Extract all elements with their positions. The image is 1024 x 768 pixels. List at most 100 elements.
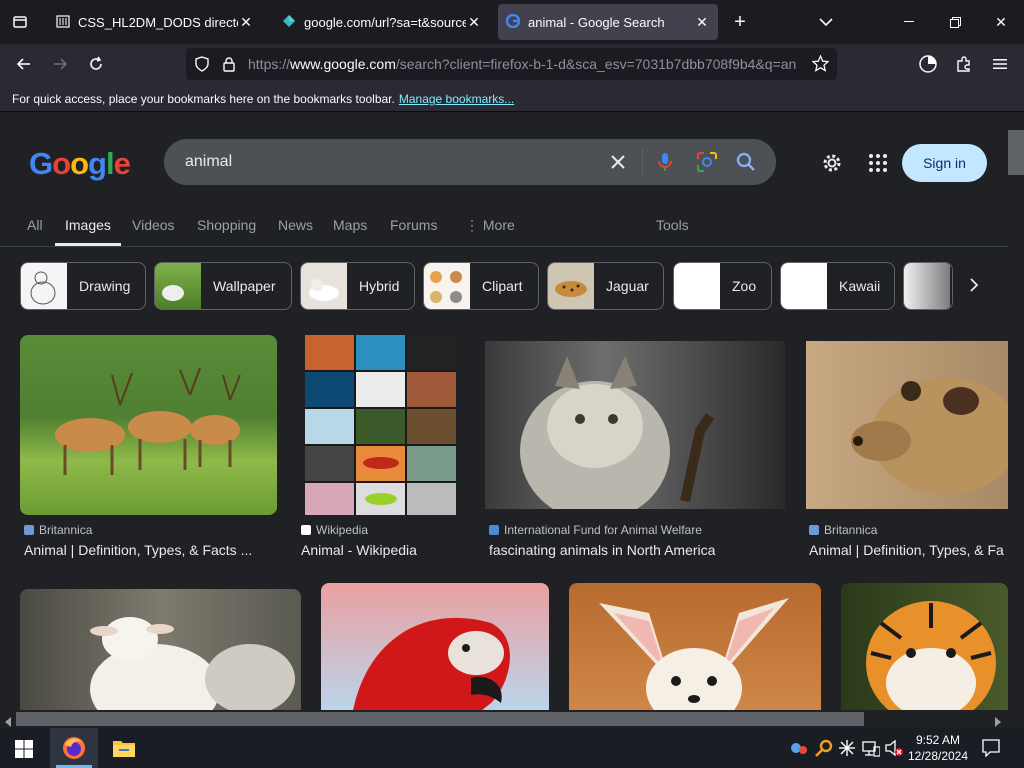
chip-hybrid[interactable]: Hybrid xyxy=(300,262,415,310)
result-title[interactable]: Animal | Definition, Types, & Facts ... xyxy=(24,542,269,558)
tab-1[interactable]: google.com/url?sa=t&source= ✕ xyxy=(274,4,490,40)
result-title[interactable]: Animal - Wikipedia xyxy=(301,542,461,558)
search-key-icon[interactable] xyxy=(815,739,833,762)
forward-icon[interactable] xyxy=(44,48,76,80)
chip-zoo[interactable]: Zoo xyxy=(673,262,772,310)
system-clock[interactable]: 9:52 AM 12/28/2024 xyxy=(900,732,976,764)
apps-grid-icon[interactable] xyxy=(869,154,887,177)
tab-more[interactable]: ⋮ More xyxy=(465,217,515,234)
tab-videos[interactable]: Videos xyxy=(132,217,175,233)
vertical-scrollbar[interactable] xyxy=(1008,113,1024,710)
result-image-lamb[interactable] xyxy=(20,589,301,710)
chip-thumbnail xyxy=(21,263,67,309)
close-tab-icon[interactable]: ✕ xyxy=(238,14,254,31)
list-tabs-icon[interactable] xyxy=(803,0,849,44)
chip-label: Jaguar xyxy=(606,278,649,294)
sign-in-button[interactable]: Sign in xyxy=(902,144,987,182)
chip-drawing[interactable]: Drawing xyxy=(20,262,146,310)
divider xyxy=(642,149,643,175)
chip-thumbnail xyxy=(674,263,720,309)
search-icon[interactable] xyxy=(736,152,756,177)
back-icon[interactable] xyxy=(8,48,40,80)
chip-label: Drawing xyxy=(79,278,131,294)
search-input[interactable]: animal xyxy=(185,153,232,171)
tab-images[interactable]: Images xyxy=(65,217,111,233)
file-explorer-icon[interactable] xyxy=(112,737,136,764)
britannica-icon xyxy=(809,525,819,535)
tab-active[interactable]: animal - Google Search ✕ xyxy=(498,4,718,40)
restore-icon[interactable] xyxy=(932,0,978,44)
settings-gear-icon[interactable] xyxy=(821,152,843,179)
extensions-icon[interactable] xyxy=(948,48,980,80)
chip-thumbnail xyxy=(424,263,470,309)
wikipedia-icon xyxy=(301,525,311,535)
tab-all[interactable]: All xyxy=(27,217,43,233)
tracking-protection-icon[interactable] xyxy=(194,56,210,77)
tab-shopping[interactable]: Shopping xyxy=(197,217,256,233)
result-source[interactable]: International Fund for Animal Welfare xyxy=(489,523,702,537)
tab-maps[interactable]: Maps xyxy=(333,217,367,233)
bookmark-star-icon[interactable] xyxy=(811,54,830,77)
new-tab-icon[interactable]: + xyxy=(717,0,763,44)
result-source[interactable]: Wikipedia xyxy=(301,523,368,537)
chip-thumbnail xyxy=(781,263,827,309)
result-image-bobcat[interactable] xyxy=(485,341,785,509)
notifications-icon[interactable] xyxy=(982,739,1000,762)
chip-thumbnail xyxy=(548,263,594,309)
google-logo[interactable]: Google xyxy=(29,146,131,182)
navigation-toolbar: https://www.google.com/search?client=fir… xyxy=(0,44,1024,84)
tab-more-label: More xyxy=(482,217,515,233)
tools-button[interactable]: Tools xyxy=(656,217,689,233)
divider xyxy=(0,246,1008,247)
network-icon[interactable] xyxy=(862,739,881,762)
clear-icon[interactable] xyxy=(609,153,627,176)
network-sync-icon[interactable] xyxy=(790,740,808,761)
brightness-icon[interactable] xyxy=(838,739,856,762)
vertical-scroll-thumb[interactable] xyxy=(1008,130,1024,175)
chip-jaguar[interactable]: Jaguar xyxy=(547,262,664,310)
result-image-collage[interactable] xyxy=(305,335,456,515)
lock-icon[interactable] xyxy=(222,56,236,77)
chip-clipart[interactable]: Clipart xyxy=(423,262,539,310)
result-source[interactable]: Britannica xyxy=(809,523,877,537)
minimize-icon[interactable] xyxy=(886,0,932,44)
horizontal-scroll-thumb[interactable] xyxy=(16,712,864,726)
result-image-deer[interactable] xyxy=(20,335,277,515)
menu-icon[interactable] xyxy=(984,48,1016,80)
google-lens-icon[interactable] xyxy=(696,151,718,178)
result-image-fennec-fox[interactable] xyxy=(569,583,821,710)
firefox-taskbar-button[interactable] xyxy=(50,728,98,768)
chip-kawaii[interactable]: Kawaii xyxy=(780,262,895,310)
address-bar[interactable]: https://www.google.com/search?client=fir… xyxy=(186,48,837,80)
clock-date: 12/28/2024 xyxy=(907,749,969,763)
microphone-icon[interactable] xyxy=(657,151,673,178)
chip-label: Clipart xyxy=(482,278,523,294)
tab-forums[interactable]: Forums xyxy=(390,217,437,233)
result-image-parrot[interactable] xyxy=(321,583,549,710)
close-tab-icon[interactable]: ✕ xyxy=(466,14,482,31)
windows-start-icon[interactable] xyxy=(15,740,33,763)
account-icon[interactable] xyxy=(912,48,944,80)
manage-bookmarks-link[interactable]: Manage bookmarks... xyxy=(399,92,514,106)
result-source[interactable]: Britannica xyxy=(24,523,92,537)
firefox-view-icon[interactable] xyxy=(4,6,36,38)
chip-partial[interactable] xyxy=(903,262,953,310)
close-window-icon[interactable]: ✕ xyxy=(978,0,1024,44)
result-title[interactable]: Animal | Definition, Types, & Fa xyxy=(809,542,1008,558)
result-image-tiger[interactable] xyxy=(841,583,1008,710)
chip-thumbnail xyxy=(904,263,950,309)
tab-0[interactable]: CSS_HL2DM_DODS directory lis ✕ xyxy=(48,4,262,40)
reload-icon[interactable] xyxy=(80,48,112,80)
result-title[interactable]: fascinating animals in North America xyxy=(489,542,789,558)
bookmarks-hint: For quick access, place your bookmarks h… xyxy=(12,92,395,106)
close-tab-icon[interactable]: ✕ xyxy=(694,14,710,31)
tab-news[interactable]: News xyxy=(278,217,313,233)
search-box[interactable]: animal xyxy=(164,139,776,185)
ifaw-icon xyxy=(489,525,499,535)
chip-wallpaper[interactable]: Wallpaper xyxy=(154,262,292,310)
chevron-right-icon[interactable] xyxy=(968,277,980,298)
firefox-icon xyxy=(62,736,86,765)
gem-icon xyxy=(282,14,296,31)
result-image-meerkat[interactable] xyxy=(806,341,1008,509)
url-text[interactable]: https://www.google.com/search?client=fir… xyxy=(248,56,803,72)
